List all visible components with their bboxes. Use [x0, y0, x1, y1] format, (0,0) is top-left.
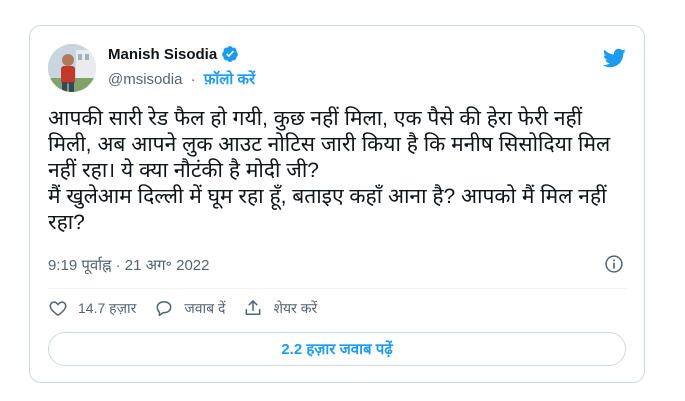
tweet-time: 9:19 पूर्वाह्न [48, 257, 112, 274]
share-label: शेयर करें [273, 299, 318, 316]
tweet-timestamp[interactable]: 9:19 पूर्वाह्न · 21 अग॰ 2022 [48, 255, 209, 275]
like-button[interactable]: 14.7 हज़ार [48, 298, 136, 318]
author-name[interactable]: Manish Sisodia [108, 46, 217, 63]
divider [48, 288, 626, 289]
share-button[interactable]: शेयर करें [243, 298, 317, 318]
twitter-logo-icon[interactable] [602, 46, 626, 70]
avatar[interactable] [48, 44, 96, 92]
verified-icon [222, 46, 239, 62]
follow-button[interactable]: फ़ॉलो करें [204, 71, 255, 88]
reply-button[interactable]: जवाब दें [154, 298, 225, 318]
info-icon[interactable] [604, 254, 624, 274]
like-count: 14.7 हज़ार [78, 299, 137, 316]
share-icon [246, 300, 261, 315]
heart-icon [49, 301, 67, 316]
action-bar: 14.7 हज़ार जवाब दें शेयर करें [48, 298, 335, 318]
tweet-date: 21 अग॰ 2022 [124, 257, 210, 274]
separator-dot: · [190, 71, 196, 88]
author-handle[interactable]: @msisodia [108, 71, 182, 88]
reply-label: जवाब दें [184, 299, 226, 316]
reply-icon [156, 301, 172, 317]
read-replies-button[interactable]: 2.2 हज़ार जवाब पढ़ें [48, 332, 626, 366]
tweet-text: आपकी सारी रेड फैल हो गयी, कुछ नहीं मिला,… [48, 107, 611, 234]
tweet-card: Manish Sisodia @msisodia · फ़ॉलो करें आप… [29, 25, 645, 383]
avatar-image [48, 44, 96, 92]
